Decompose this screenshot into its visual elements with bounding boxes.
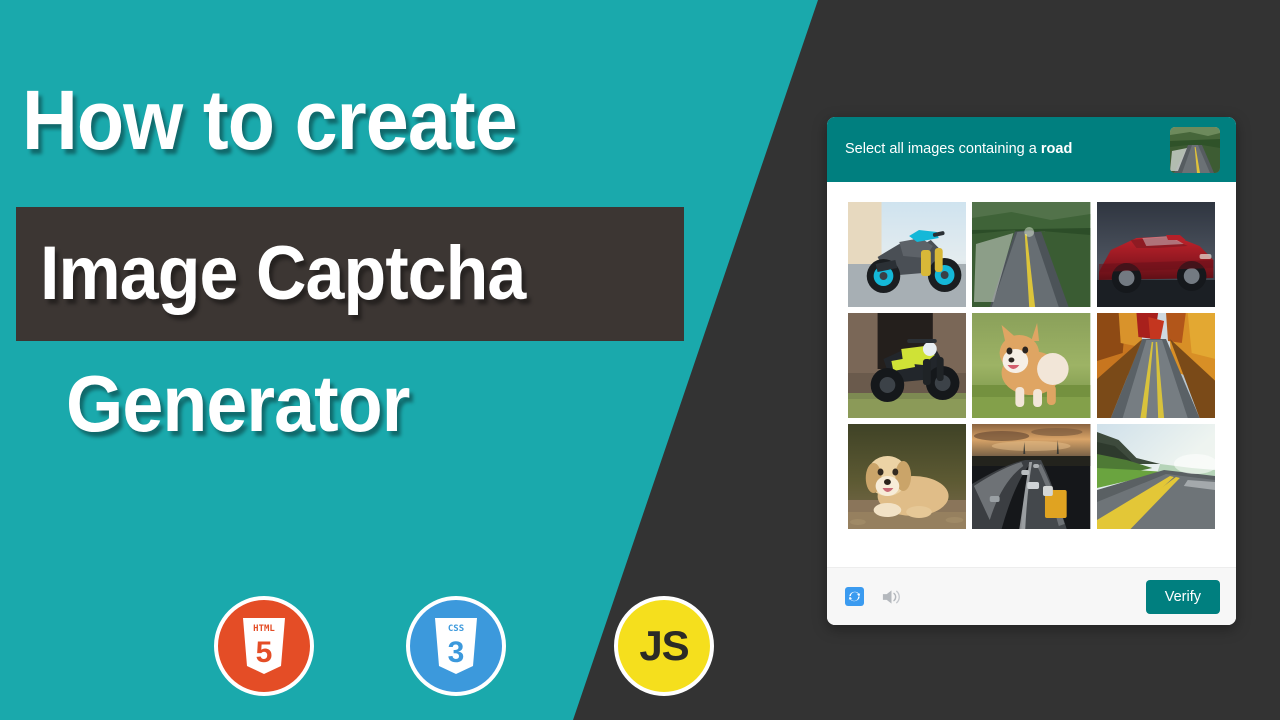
image-captcha-card: Select all images containing a road Veri…	[827, 117, 1236, 625]
captcha-grid-cell-6[interactable]	[1096, 313, 1215, 418]
svg-text:CSS: CSS	[448, 624, 464, 634]
verify-button[interactable]: Verify	[1145, 579, 1220, 614]
captcha-prompt-target: road	[1040, 141, 1073, 158]
captcha-header: Select all images containing a road	[827, 117, 1236, 182]
svg-text:3: 3	[448, 636, 465, 669]
tech-logo-row: HTML 5 CSS 3 JS	[0, 596, 760, 696]
refresh-button[interactable]	[845, 587, 864, 606]
css3-logo-icon: CSS 3	[406, 596, 506, 696]
html5-logo-icon: HTML 5	[214, 596, 314, 696]
captcha-grid-cell-8[interactable]	[972, 424, 1091, 529]
audio-speaker-icon	[881, 588, 902, 606]
captcha-grid-cell-7[interactable]	[848, 424, 967, 529]
hero-line-1: How to create	[22, 73, 518, 167]
javascript-logo-label: JS	[639, 622, 689, 669]
captcha-grid-cell-3[interactable]	[1096, 202, 1215, 307]
javascript-logo-icon: JS	[614, 596, 714, 696]
captcha-grid-cell-1[interactable]	[848, 202, 967, 307]
captcha-image-grid	[827, 182, 1236, 543]
captcha-footer: Verify	[827, 567, 1236, 625]
hero-line-3: Generator	[66, 359, 410, 448]
captcha-grid-cell-2[interactable]	[972, 202, 1091, 307]
hero-line-2: Image Captcha	[40, 231, 526, 316]
html5-shield-icon: HTML 5	[239, 618, 289, 674]
slide-canvas: How to create Image Captcha Generator HT…	[0, 0, 1280, 720]
audio-challenge-button[interactable]	[881, 588, 902, 606]
svg-text:5: 5	[256, 636, 273, 669]
captcha-grid-cell-9[interactable]	[1096, 424, 1215, 529]
captcha-header-thumbnail	[1170, 126, 1220, 173]
hero-highlight-band: Image Captcha	[16, 207, 684, 341]
css3-shield-icon: CSS 3	[431, 618, 481, 674]
captcha-grid-cell-4[interactable]	[848, 313, 967, 418]
captcha-prompt: Select all images containing a road	[845, 140, 1170, 159]
captcha-grid-cell-5[interactable]	[972, 313, 1091, 418]
refresh-icon	[845, 587, 864, 606]
captcha-prompt-prefix: Select all images containing a	[845, 141, 1041, 158]
svg-text:HTML: HTML	[253, 624, 275, 634]
hero-title-block: How to create Image Captcha Generator	[0, 0, 760, 470]
